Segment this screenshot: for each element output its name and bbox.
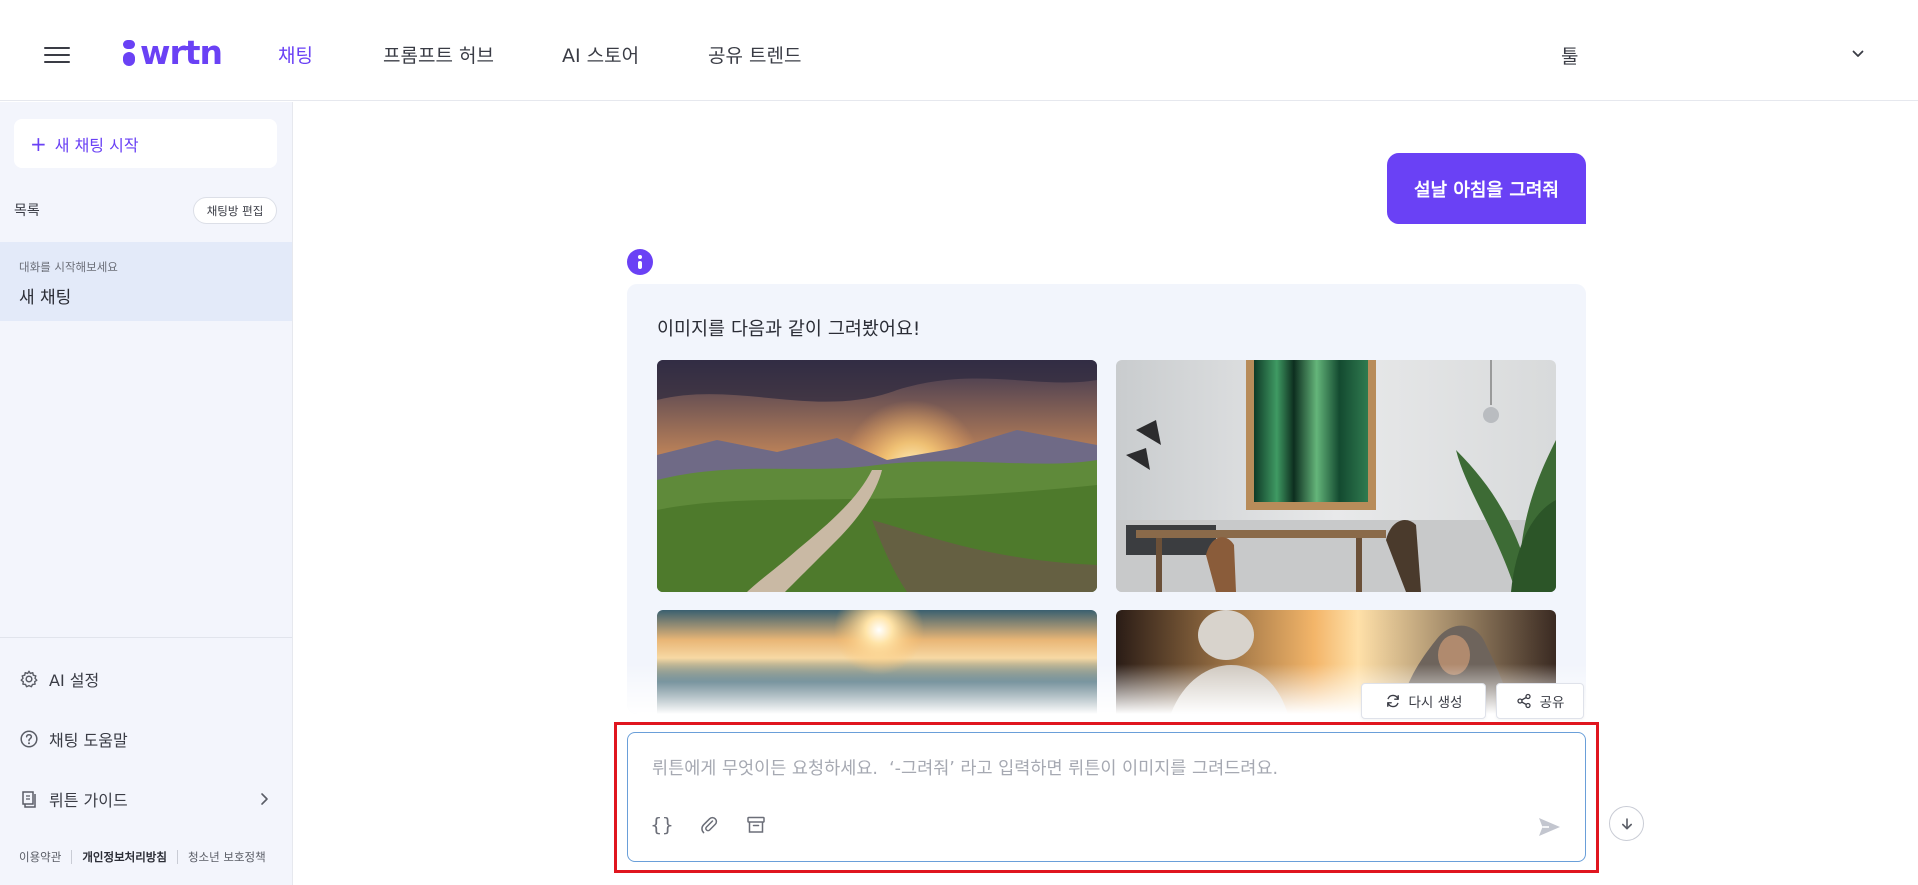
nav-tab-ai-store[interactable]: AI 스토어 [562,41,639,68]
sidebar-item-label: 채팅 도움말 [49,731,128,750]
edit-chatrooms-button[interactable]: 채팅방 편집 [193,197,277,224]
plus-icon: + [30,131,47,156]
privacy-policy-link[interactable]: 개인정보처리방침 [82,849,167,865]
nav-tab-chat[interactable]: 채팅 [278,41,313,68]
top-navigation-bar: wrtn 채팅 프롬프트 허브 AI 스토어 공유 트렌드 툴 [0,0,1918,101]
share-label: 공유 [1539,695,1565,711]
send-icon[interactable] [1535,813,1563,841]
hamburger-icon[interactable] [44,45,70,65]
new-chat-label: 새 채팅 시작 [54,135,139,155]
share-button[interactable]: 공유 [1496,683,1584,719]
footer-separator [71,850,73,864]
footer-links: 이용약관 개인정보처리방침 청소년 보호정책 [19,849,266,865]
terms-link[interactable]: 이용약관 [19,849,61,865]
help-circle-icon [20,730,38,748]
chat-input[interactable] [652,755,1552,785]
nav-tab-prompt-hub[interactable]: 프롬프트 허브 [383,41,494,68]
wrtn-avatar-icon [627,249,653,275]
sidebar-item-wrtn-guide[interactable]: 뤼튼 가이드 [19,787,128,811]
arrow-down-icon [1621,817,1632,829]
generated-image-2[interactable] [1116,360,1556,592]
chat-item-subtitle: 대화를 시작해보세요 [19,260,118,274]
book-icon [22,791,36,808]
chat-item-title: 새 채팅 [19,288,72,308]
share-icon [1516,693,1531,709]
sidebar: + 새 채팅 시작 목록 채팅방 편집 대화를 시작해보세요 새 채팅 AI 설… [0,102,293,885]
wrtn-logo[interactable]: wrtn [122,32,223,72]
footer-separator [176,850,178,864]
logo-text: wrtn [140,32,223,72]
chat-list-item[interactable]: 대화를 시작해보세요 새 채팅 [0,242,292,321]
sidebar-item-label: 뤼튼 가이드 [49,791,128,810]
sidebar-item-chat-help[interactable]: 채팅 도움말 [19,727,128,751]
chevron-down-icon[interactable] [1852,48,1864,60]
curly-braces-icon[interactable]: {} [648,811,676,839]
user-message-bubble: 설날 아침을 그려줘 [1387,153,1586,224]
gear-icon [20,670,38,688]
sidebar-divider [0,637,292,638]
regenerate-label: 다시 생성 [1408,695,1463,711]
new-chat-button[interactable]: + 새 채팅 시작 [14,119,277,168]
regenerate-button[interactable]: 다시 생성 [1361,683,1486,719]
nav-tab-share-trend[interactable]: 공유 트렌드 [708,41,801,68]
chat-list-label: 목록 [14,203,40,219]
scroll-down-button[interactable] [1609,806,1644,841]
youth-policy-link[interactable]: 청소년 보호정책 [188,849,266,865]
ai-response-text: 이미지를 다음과 같이 그려봤어요! [657,319,921,340]
tool-dropdown-label[interactable]: 툴 [1561,42,1578,69]
mountain-valley-image [657,360,1097,592]
chevron-right-icon[interactable] [259,792,269,806]
ai-response-card: 이미지를 다음과 같이 그려봤어요! [627,284,1586,714]
chat-composer: {} [627,732,1586,862]
paperclip-icon[interactable] [695,811,723,839]
generated-image-1[interactable] [657,360,1097,592]
sidebar-item-label: AI 설정 [49,671,100,690]
archive-icon[interactable] [742,811,770,839]
refresh-icon [1386,694,1399,708]
logo-mark-icon [122,36,136,68]
interior-art-image [1116,360,1556,592]
sidebar-item-ai-settings[interactable]: AI 설정 [19,667,99,691]
